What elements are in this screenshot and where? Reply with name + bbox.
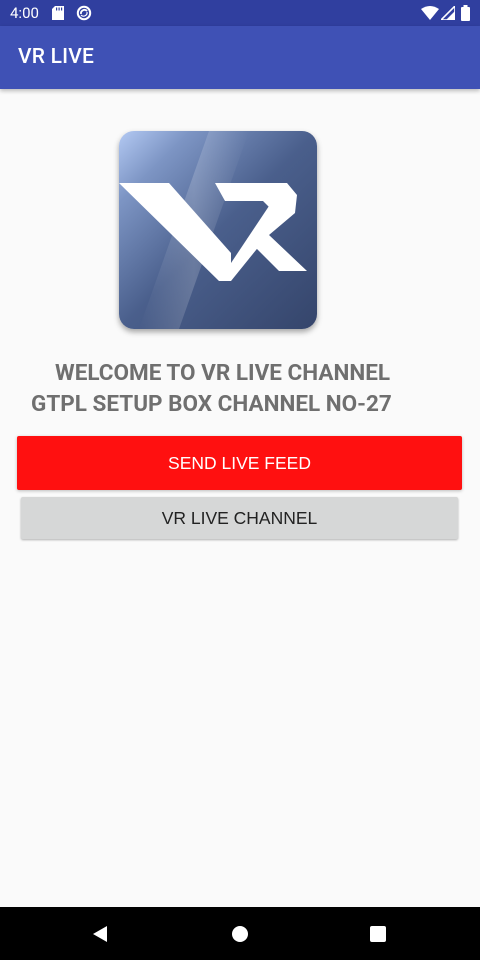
status-time: 4:00 — [10, 4, 39, 22]
send-live-feed-button[interactable]: SEND LIVE FEED — [17, 436, 462, 490]
back-icon — [93, 925, 107, 942]
sync-icon — [76, 5, 92, 21]
cell-signal-icon — [441, 6, 455, 20]
recents-icon — [370, 925, 386, 942]
status-bar: 4:00 — [0, 0, 480, 26]
vr-logo-icon — [119, 131, 317, 329]
recents-button[interactable] — [338, 907, 418, 960]
app-bar: VR LIVE — [0, 26, 480, 89]
sd-card-icon — [52, 6, 64, 20]
navigation-bar — [0, 907, 480, 960]
vr-live-channel-button[interactable]: VR LIVE CHANNEL — [21, 497, 458, 539]
vr-logo — [119, 131, 317, 329]
battery-icon — [461, 5, 470, 21]
welcome-title: WELCOME TO VR LIVE CHANNEL — [55, 360, 391, 386]
home-icon — [232, 925, 248, 942]
app-title: VR LIVE — [18, 45, 95, 69]
home-button[interactable] — [200, 907, 280, 960]
back-button[interactable] — [60, 907, 140, 960]
welcome-subtitle: GTPL SETUP BOX CHANNEL NO-27 — [31, 391, 392, 417]
wifi-icon — [421, 6, 439, 20]
